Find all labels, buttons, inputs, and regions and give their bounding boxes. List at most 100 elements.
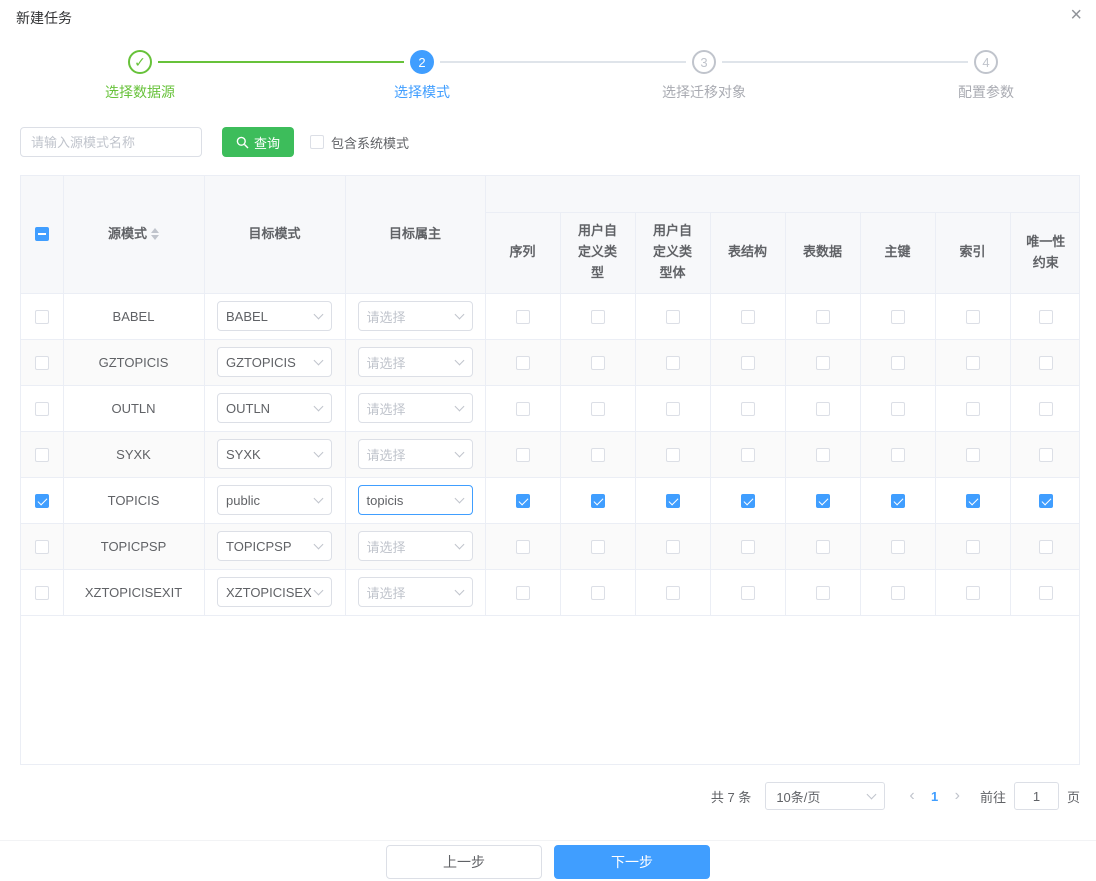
page-size-select[interactable]: 10条/页 xyxy=(765,782,885,810)
chevron-down-icon xyxy=(454,356,464,366)
object-checkbox[interactable] xyxy=(741,402,755,416)
chevron-down-icon xyxy=(314,402,324,412)
object-checkbox[interactable] xyxy=(516,310,530,324)
prev-step-button[interactable]: 上一步 xyxy=(386,845,542,879)
source-mode-cell: BABEL xyxy=(63,293,204,339)
current-page-number[interactable]: 1 xyxy=(923,789,947,804)
object-checkbox[interactable] xyxy=(591,448,605,462)
object-checkbox[interactable] xyxy=(816,356,830,370)
object-checkbox[interactable] xyxy=(591,402,605,416)
object-checkbox[interactable] xyxy=(1039,310,1053,324)
object-checkbox[interactable] xyxy=(1039,356,1053,370)
object-checkbox[interactable] xyxy=(516,356,530,370)
column-header-source-mode[interactable]: 源模式 xyxy=(63,176,204,293)
object-checkbox[interactable] xyxy=(816,310,830,324)
row-select-checkbox[interactable] xyxy=(35,310,49,324)
object-checkbox[interactable] xyxy=(891,586,905,600)
target-mode-select[interactable]: public xyxy=(217,485,332,515)
target-mode-select[interactable]: OUTLN xyxy=(217,393,332,423)
object-checkbox[interactable] xyxy=(891,448,905,462)
object-checkbox[interactable] xyxy=(516,494,530,508)
object-checkbox[interactable] xyxy=(666,402,680,416)
close-icon[interactable]: × xyxy=(1064,2,1088,29)
object-checkbox[interactable] xyxy=(666,310,680,324)
select-all-checkbox[interactable] xyxy=(35,227,49,241)
target-owner-select[interactable]: 请选择 xyxy=(358,393,473,423)
object-checkbox[interactable] xyxy=(816,494,830,508)
target-owner-select[interactable]: 请选择 xyxy=(358,577,473,607)
row-select-checkbox[interactable] xyxy=(35,586,49,600)
object-checkbox[interactable] xyxy=(591,310,605,324)
object-checkbox[interactable] xyxy=(666,494,680,508)
row-select-checkbox[interactable] xyxy=(35,540,49,554)
goto-page-input[interactable] xyxy=(1014,782,1059,810)
object-checkbox[interactable] xyxy=(1039,494,1053,508)
object-checkbox[interactable] xyxy=(816,448,830,462)
next-page-icon[interactable]: › xyxy=(947,788,968,804)
object-checkbox[interactable] xyxy=(891,310,905,324)
target-owner-select[interactable]: 请选择 xyxy=(358,531,473,561)
object-checkbox[interactable] xyxy=(741,356,755,370)
goto-page-label: 前往 xyxy=(980,787,1006,806)
step-label: 配置参数 xyxy=(958,82,1014,102)
object-checkbox[interactable] xyxy=(591,540,605,554)
row-select-checkbox[interactable] xyxy=(35,494,49,508)
object-checkbox[interactable] xyxy=(516,540,530,554)
object-checkbox[interactable] xyxy=(516,402,530,416)
object-checkbox[interactable] xyxy=(891,402,905,416)
row-select-checkbox[interactable] xyxy=(35,356,49,370)
object-checkbox[interactable] xyxy=(966,540,980,554)
sort-carets-icon[interactable] xyxy=(151,228,159,240)
object-checkbox[interactable] xyxy=(816,586,830,600)
object-checkbox[interactable] xyxy=(1039,586,1053,600)
object-checkbox[interactable] xyxy=(591,356,605,370)
prev-page-icon[interactable]: ‹ xyxy=(901,788,922,804)
object-checkbox[interactable] xyxy=(966,402,980,416)
object-checkbox[interactable] xyxy=(666,586,680,600)
object-checkbox[interactable] xyxy=(1039,402,1053,416)
target-mode-select[interactable]: TOPICPSP xyxy=(217,531,332,561)
object-checkbox[interactable] xyxy=(1039,448,1053,462)
column-header-label: 源模式 xyxy=(108,226,147,241)
target-mode-select[interactable]: SYXK xyxy=(217,439,332,469)
object-checkbox[interactable] xyxy=(666,540,680,554)
object-checkbox[interactable] xyxy=(966,310,980,324)
object-checkbox[interactable] xyxy=(516,448,530,462)
object-checkbox[interactable] xyxy=(741,540,755,554)
object-checkbox[interactable] xyxy=(741,586,755,600)
target-mode-select[interactable]: BABEL xyxy=(217,301,332,331)
object-checkbox[interactable] xyxy=(666,448,680,462)
row-select-checkbox[interactable] xyxy=(35,402,49,416)
object-checkbox[interactable] xyxy=(966,586,980,600)
object-checkbox[interactable] xyxy=(741,494,755,508)
search-input[interactable] xyxy=(20,127,202,157)
object-checkbox[interactable] xyxy=(741,448,755,462)
object-checkbox[interactable] xyxy=(816,402,830,416)
object-checkbox[interactable] xyxy=(516,586,530,600)
row-select-checkbox[interactable] xyxy=(35,448,49,462)
object-checkbox[interactable] xyxy=(741,310,755,324)
object-checkbox[interactable] xyxy=(966,356,980,370)
search-button[interactable]: 查询 xyxy=(222,127,294,157)
object-checkbox[interactable] xyxy=(966,448,980,462)
target-owner-select[interactable]: 请选择 xyxy=(358,439,473,469)
step-label: 选择数据源 xyxy=(105,82,175,102)
object-checkbox[interactable] xyxy=(966,494,980,508)
object-checkbox[interactable] xyxy=(891,356,905,370)
target-owner-select[interactable]: topicis xyxy=(358,485,473,515)
object-checkbox[interactable] xyxy=(666,356,680,370)
object-checkbox[interactable] xyxy=(591,494,605,508)
object-checkbox[interactable] xyxy=(591,586,605,600)
step-select-mode: 2 选择模式 xyxy=(281,50,563,102)
next-step-button[interactable]: 下一步 xyxy=(554,845,710,879)
object-checkbox[interactable] xyxy=(891,494,905,508)
target-mode-select[interactable]: GZTOPICIS xyxy=(217,347,332,377)
target-owner-select[interactable]: 请选择 xyxy=(358,347,473,377)
object-checkbox[interactable] xyxy=(891,540,905,554)
target-owner-select[interactable]: 请选择 xyxy=(358,301,473,331)
target-mode-select[interactable]: XZTOPICISEX xyxy=(217,577,332,607)
include-system-checkbox[interactable] xyxy=(310,135,324,149)
include-system-label: 包含系统模式 xyxy=(331,133,409,152)
object-checkbox[interactable] xyxy=(816,540,830,554)
object-checkbox[interactable] xyxy=(1039,540,1053,554)
